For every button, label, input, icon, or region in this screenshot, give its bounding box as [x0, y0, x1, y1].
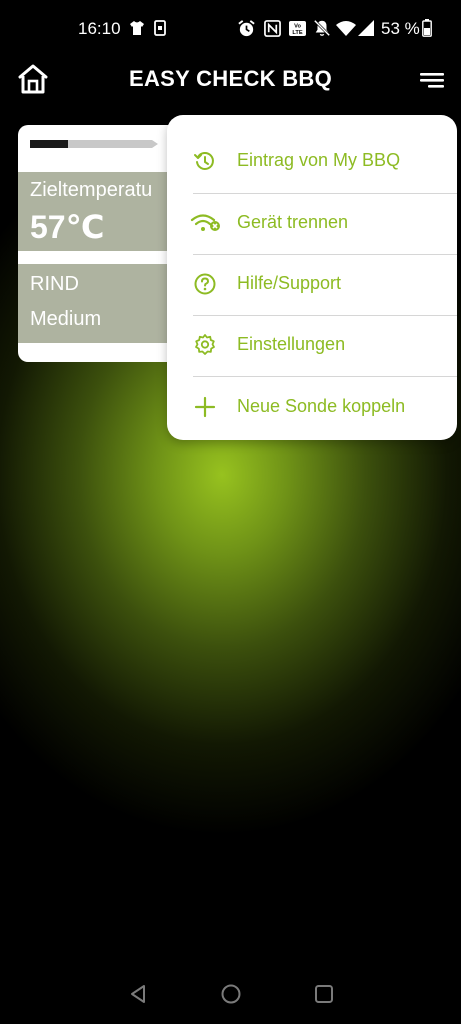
app-title: EASY CHECK BBQ [128, 66, 333, 91]
shirt-icon [128, 18, 146, 38]
menu-button[interactable] [418, 69, 446, 91]
target-temperature-label: Zieltemperatu [30, 179, 153, 201]
back-icon [131, 985, 145, 1003]
svg-text:Vo: Vo [294, 23, 301, 29]
status-bar: 16:10 Vo LTE 53 % [0, 0, 461, 58]
menu-item-label: Eintrag von My BBQ [237, 150, 401, 170]
nfc-icon [263, 18, 281, 38]
menu-item-help-support[interactable]: Hilfe/Support [167, 254, 457, 315]
target-temperature-value: 57℃ [30, 209, 105, 245]
back-button[interactable] [126, 982, 150, 1006]
status-time: 16:10 [78, 19, 121, 38]
menu-item-settings[interactable]: Einstellungen [167, 315, 457, 376]
battery-icon [421, 18, 433, 38]
volte-icon: Vo LTE [287, 18, 307, 38]
menu-item-label: Einstellungen [237, 334, 346, 354]
meat-type-block: RIND Medium [18, 264, 178, 343]
menu-icon [420, 73, 444, 88]
doneness: Medium [30, 308, 102, 330]
menu-item-label: Gerät trennen [237, 212, 349, 232]
dropdown-menu: Eintrag von My BBQ Gerät trennen Hilfe/S… [167, 115, 457, 440]
alarm-icon [236, 18, 256, 38]
menu-item-label: Neue Sonde koppeln [237, 396, 406, 416]
probe-card[interactable]: Zieltemperatu 57℃ RIND Medium [18, 125, 178, 362]
recents-icon [315, 985, 333, 1003]
home-nav-button[interactable] [219, 982, 243, 1006]
menu-item-pair-new-probe[interactable]: Neue Sonde koppeln [167, 377, 457, 438]
menu-item-label: Hilfe/Support [237, 273, 342, 293]
settings-icon [191, 331, 219, 359]
wifi-disconnect-icon [189, 209, 223, 237]
signal-icon [357, 18, 375, 38]
menu-item-my-bbq-history[interactable]: Eintrag von My BBQ [167, 131, 457, 192]
wifi-icon [336, 18, 356, 38]
home-nav-icon [221, 984, 241, 1004]
recents-button[interactable] [312, 982, 336, 1006]
menu-item-disconnect-device[interactable]: Gerät trennen [167, 193, 457, 254]
mute-icon [312, 18, 332, 38]
plus-icon [191, 393, 219, 421]
help-icon [191, 270, 219, 298]
target-temperature-block: Zieltemperatu 57℃ [18, 172, 178, 251]
meat-type: RIND [30, 273, 79, 295]
sim-icon [153, 18, 167, 38]
svg-text:LTE: LTE [292, 30, 302, 36]
history-icon [191, 147, 219, 175]
app-bar: EASY CHECK BBQ [0, 58, 461, 102]
probe-thermometer-icon [30, 140, 158, 148]
navigation-bar [0, 960, 461, 1024]
battery-percent: 53 % [381, 19, 420, 38]
